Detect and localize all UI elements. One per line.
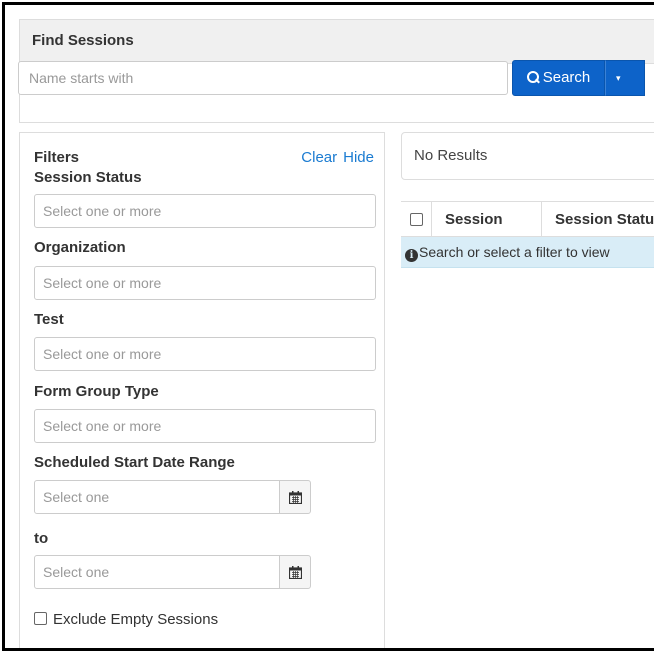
column-divider — [541, 202, 542, 237]
column-header-session[interactable]: Session — [445, 211, 503, 228]
chevron-down-icon: ▾ — [616, 73, 621, 83]
filters-panel: Filters Clear Hide Session Status Select … — [19, 132, 385, 648]
start-date-calendar-button[interactable] — [279, 480, 311, 514]
select-all-checkbox[interactable] — [410, 213, 423, 226]
end-date-input[interactable]: Select one — [34, 555, 280, 589]
exclude-empty-sessions-label: Exclude Empty Sessions — [53, 611, 219, 628]
start-date-input[interactable]: Select one — [34, 480, 280, 514]
calendar-icon — [289, 491, 302, 504]
empty-results-message: i Search or select a filter to view — [401, 237, 654, 268]
search-icon — [526, 71, 539, 83]
exclude-empty-sessions-checkbox[interactable] — [34, 612, 47, 625]
search-options-dropdown[interactable]: ▾ — [605, 60, 645, 96]
find-sessions-title: Find Sessions — [20, 20, 654, 64]
column-header-session-status[interactable]: Session Status — [555, 211, 654, 228]
form-group-type-label: Form Group Type — [34, 383, 159, 400]
results-status-bar: No Results — [401, 132, 654, 180]
date-range-label: Scheduled Start Date Range — [34, 454, 235, 471]
app-frame: Find Sessions Name starts with Search ▾ … — [2, 2, 654, 651]
column-divider — [431, 202, 432, 237]
search-input[interactable]: Name starts with — [18, 61, 508, 95]
organization-select[interactable]: Select one or more — [34, 266, 376, 300]
session-status-select[interactable]: Select one or more — [34, 194, 376, 228]
exclude-empty-sessions-option[interactable]: Exclude Empty Sessions — [34, 611, 218, 628]
results-table: Session Session Status i Search or select… — [401, 201, 654, 268]
form-group-type-select[interactable]: Select one or more — [34, 409, 376, 443]
test-label: Test — [34, 311, 64, 328]
session-status-label: Session Status — [34, 169, 142, 186]
filters-actions: Clear Hide — [295, 149, 374, 166]
results-status: No Results — [414, 147, 488, 164]
search-button[interactable]: Search — [512, 60, 605, 96]
info-icon: i — [405, 249, 418, 262]
organization-label: Organization — [34, 239, 126, 256]
clear-filters-link[interactable]: Clear — [301, 149, 337, 166]
to-label: to — [34, 530, 49, 547]
hide-filters-link[interactable]: Hide — [343, 149, 374, 166]
info-message-text: Search or select a filter to view — [419, 244, 610, 260]
test-select[interactable]: Select one or more — [34, 337, 376, 371]
calendar-icon — [289, 566, 302, 579]
filters-title: Filters — [34, 149, 80, 166]
table-header-row: Session Session Status — [401, 202, 654, 237]
search-button-label: Search — [542, 69, 591, 86]
end-date-calendar-button[interactable] — [279, 555, 311, 589]
